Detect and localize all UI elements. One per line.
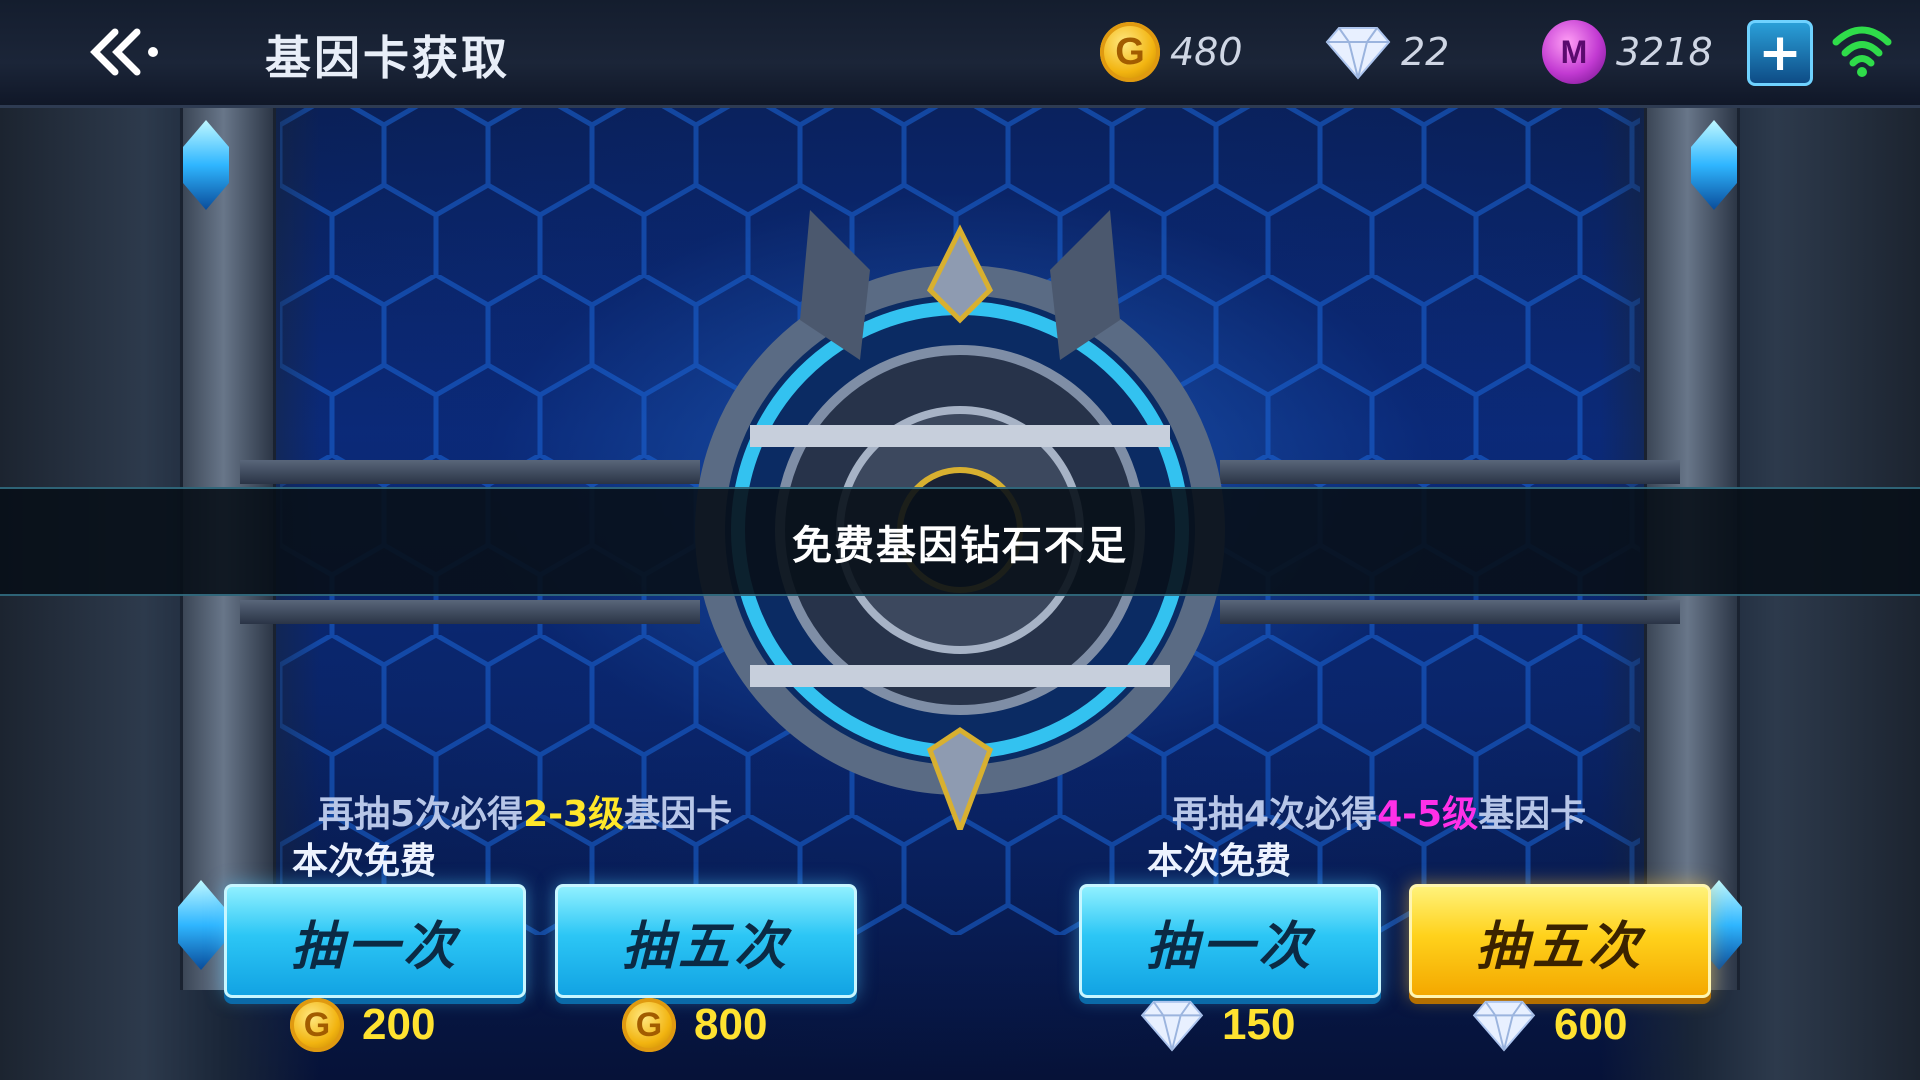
toast-message: 免费基因钻石不足 bbox=[0, 487, 1920, 596]
gold-coin-icon: G bbox=[1100, 22, 1160, 82]
draw-once-gold-price: G 200 bbox=[290, 995, 435, 1055]
pool-right-hint-highlight: 4-5级 bbox=[1377, 794, 1479, 835]
gold-value: 480 bbox=[1170, 30, 1243, 74]
price-value: 800 bbox=[694, 1000, 768, 1049]
add-currency-button[interactable]: + bbox=[1747, 20, 1813, 86]
left-rail bbox=[240, 460, 700, 484]
plus-icon: + bbox=[1758, 23, 1802, 83]
diamond-icon bbox=[1325, 27, 1391, 80]
pool-right-free-label: 本次免费 bbox=[1147, 841, 1292, 882]
draw-five-gold-price: G 800 bbox=[622, 995, 767, 1055]
crystal-balance: M 3218 bbox=[1542, 20, 1713, 84]
gold-coin-icon: G bbox=[622, 998, 676, 1052]
price-value: 600 bbox=[1554, 1000, 1628, 1049]
right-rail-lower bbox=[1220, 600, 1680, 624]
pool-right-hint: 再抽4次必得4-5级基因卡 bbox=[1172, 785, 1586, 837]
pool-right-hint-prefix: 再抽4次必得 bbox=[1172, 794, 1378, 835]
draw-five-gold-label: 抽五次 bbox=[621, 916, 790, 977]
pool-left-hint-suffix: 基因卡 bbox=[624, 794, 733, 835]
purple-crystal-icon: M bbox=[1542, 20, 1606, 84]
draw-five-gold-button[interactable]: 抽五次 bbox=[555, 884, 857, 998]
diamond-value: 22 bbox=[1401, 30, 1450, 74]
pool-left-hint: 再抽5次必得2-3级基因卡 bbox=[318, 785, 732, 837]
pool-left-hint-highlight: 2-3级 bbox=[523, 794, 625, 835]
right-rail bbox=[1220, 460, 1680, 484]
wifi-icon bbox=[1832, 26, 1892, 77]
crystal-value: 3218 bbox=[1616, 30, 1713, 74]
gold-coin-icon: G bbox=[290, 998, 344, 1052]
price-value: 200 bbox=[362, 1000, 436, 1049]
draw-five-diamond-label: 抽五次 bbox=[1475, 916, 1644, 977]
double-chevron-left-icon bbox=[90, 28, 158, 76]
back-button[interactable] bbox=[80, 20, 170, 84]
pool-left-free-label: 本次免费 bbox=[292, 841, 437, 882]
draw-once-diamond-label: 抽一次 bbox=[1145, 916, 1314, 977]
pool-left-hint-prefix: 再抽5次必得 bbox=[318, 794, 524, 835]
top-bar: 基因卡获取 G 480 22 M 3218 + bbox=[0, 0, 1920, 108]
draw-five-diamond-button[interactable]: 抽五次 bbox=[1409, 884, 1711, 998]
pool-right-hint-suffix: 基因卡 bbox=[1478, 794, 1587, 835]
price-value: 150 bbox=[1222, 1000, 1296, 1049]
left-rail-lower bbox=[240, 600, 700, 624]
diamond-icon bbox=[1472, 1000, 1536, 1052]
draw-once-diamond-price: 150 bbox=[1140, 995, 1295, 1055]
page-title: 基因卡获取 bbox=[265, 31, 510, 85]
toast-text: 免费基因钻石不足 bbox=[792, 522, 1128, 569]
draw-once-diamond-button[interactable]: 抽一次 bbox=[1079, 884, 1381, 998]
gold-balance: G 480 bbox=[1100, 22, 1243, 82]
draw-five-diamond-price: 600 bbox=[1472, 995, 1627, 1055]
diamond-balance: 22 bbox=[1325, 22, 1449, 82]
diamond-icon bbox=[1140, 1000, 1204, 1052]
draw-once-gold-button[interactable]: 抽一次 bbox=[224, 884, 526, 998]
draw-once-gold-label: 抽一次 bbox=[290, 916, 459, 977]
